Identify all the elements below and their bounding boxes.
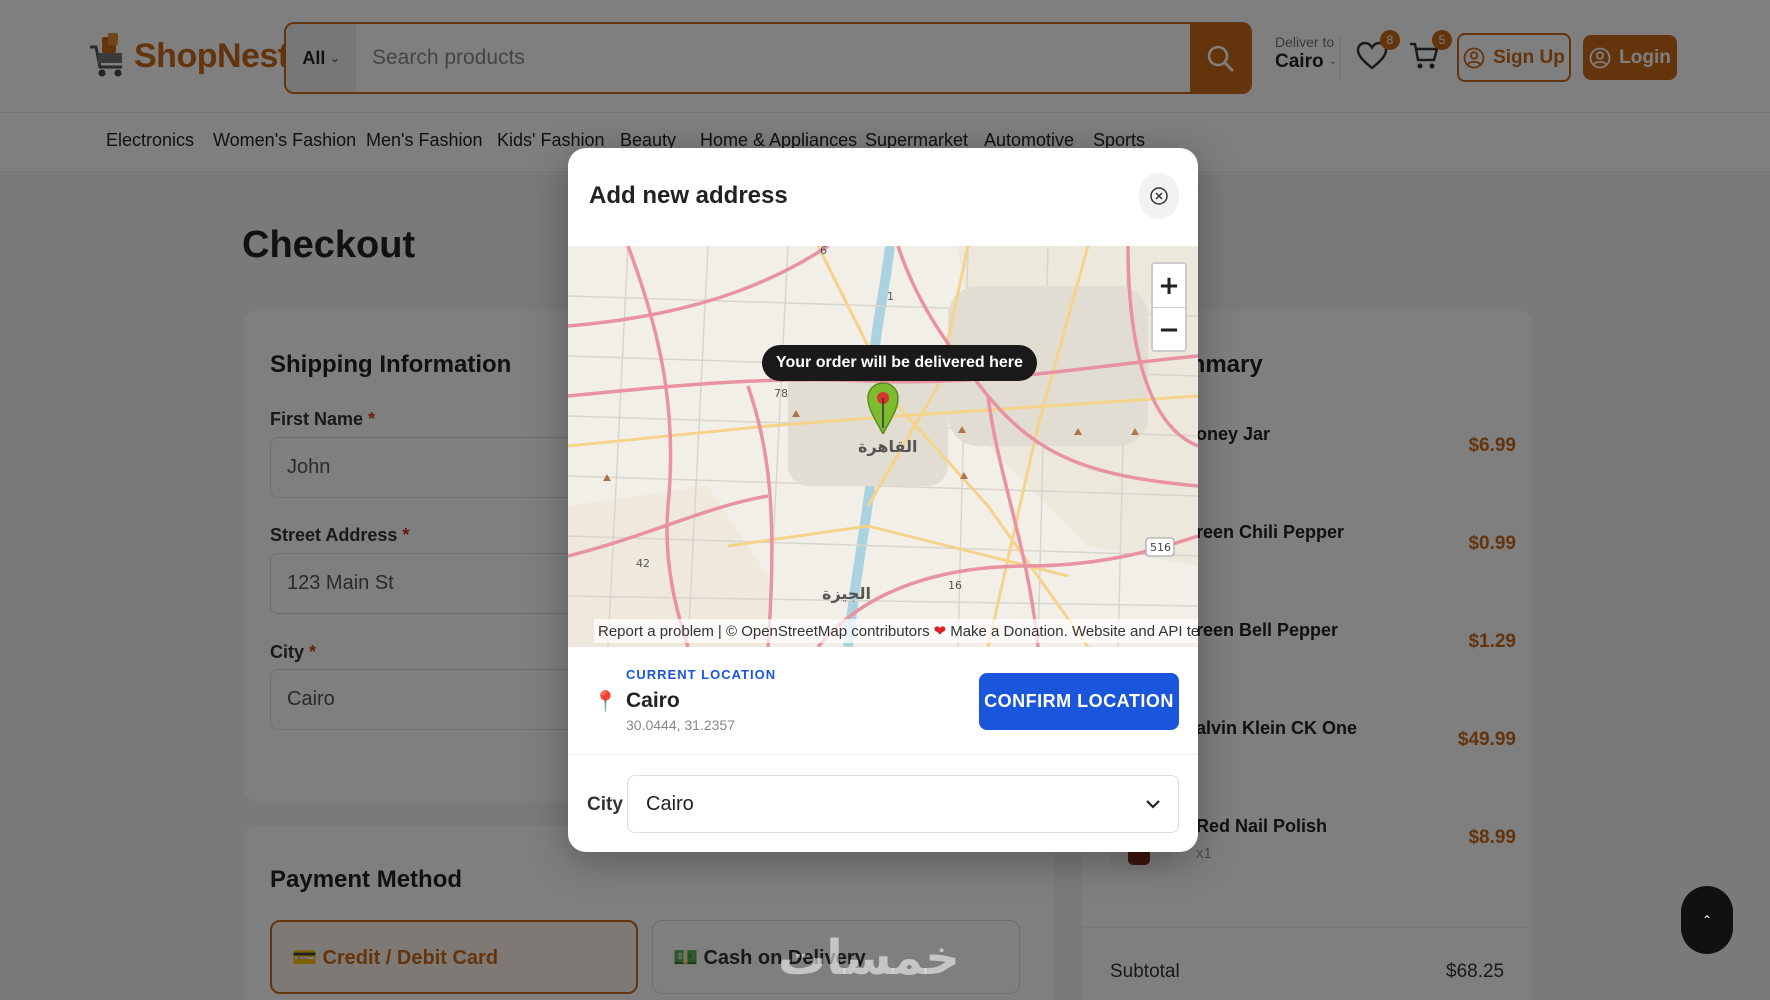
road-label: 16 xyxy=(948,579,962,592)
road-label: 1 xyxy=(887,290,894,303)
delivery-tooltip: Your order will be delivered here xyxy=(762,345,1037,381)
map-zoom-control: + − xyxy=(1151,262,1187,352)
current-location-label: CURRENT LOCATION xyxy=(626,667,777,682)
report-problem-link[interactable]: Report a problem xyxy=(598,623,714,640)
chevron-down-icon xyxy=(1146,800,1160,809)
city-select[interactable]: Cairo xyxy=(627,775,1179,833)
donation-link[interactable]: Make a Donation. Website and API terms xyxy=(950,623,1198,640)
current-location-city: Cairo xyxy=(626,689,680,712)
location-pin-icon: 📍 xyxy=(593,691,618,713)
road-label: 78 xyxy=(774,387,788,400)
double-chevron-up-icon: ⌃ xyxy=(1701,913,1713,927)
scroll-to-top-button[interactable]: ⌃ xyxy=(1681,886,1733,954)
confirm-location-button[interactable]: CONFIRM LOCATION xyxy=(979,673,1179,730)
heart-icon: ❤ xyxy=(933,623,947,640)
add-address-modal: Add new address 6 1 78 42 16 516 القاهرة… xyxy=(568,148,1198,852)
zoom-in-button[interactable]: + xyxy=(1153,264,1185,307)
current-location-row: 📍 CURRENT LOCATION Cairo 30.0444, 31.235… xyxy=(568,647,1198,755)
road-shield-label: 516 xyxy=(1150,541,1171,554)
road-label: 6 xyxy=(820,246,827,257)
map-tiles: 6 1 78 42 16 516 القاهرة الجيزة xyxy=(568,246,1198,647)
modal-title: Add new address xyxy=(589,182,788,209)
osm-credit[interactable]: | © OpenStreetMap contributors xyxy=(718,623,930,640)
city-select-label: City xyxy=(587,794,623,815)
zoom-out-button[interactable]: − xyxy=(1153,308,1185,350)
place-label-cairo: القاهرة xyxy=(858,437,918,456)
city-select-value: Cairo xyxy=(646,792,694,815)
road-label: 42 xyxy=(636,557,650,570)
map-attribution: Report a problem | © OpenStreetMap contr… xyxy=(594,619,1198,643)
current-location-coords: 30.0444, 31.2357 xyxy=(626,717,735,733)
close-icon xyxy=(1150,187,1168,205)
close-modal-button[interactable] xyxy=(1139,173,1179,219)
place-label-giza: الجيزة xyxy=(822,584,871,603)
map-marker-pin-icon[interactable] xyxy=(866,382,900,434)
watermark-logo: خمسات xyxy=(778,930,960,986)
location-map[interactable]: 6 1 78 42 16 516 القاهرة الجيزة + − Your… xyxy=(568,246,1198,647)
